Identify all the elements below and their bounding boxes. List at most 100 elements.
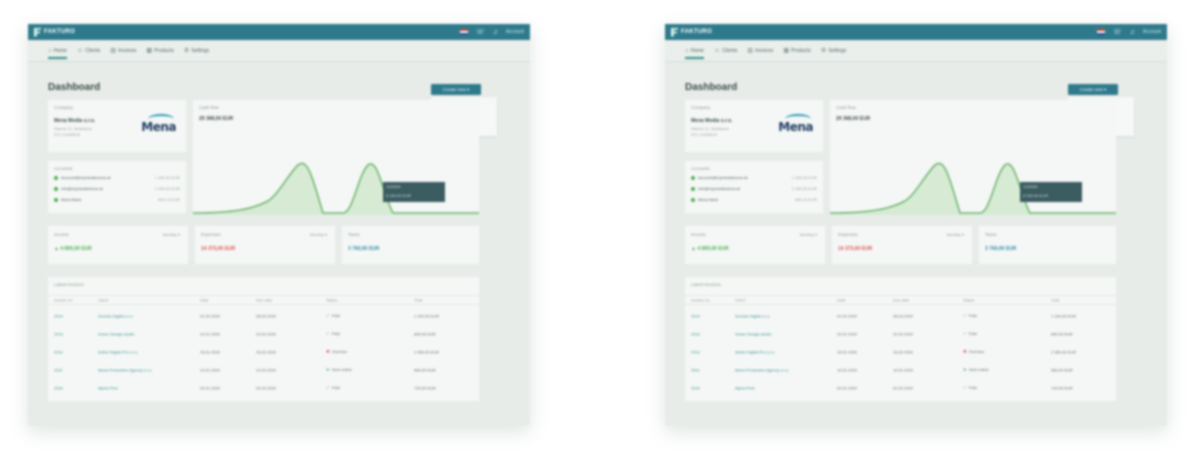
status-text: Overdue xyxy=(968,349,985,354)
column-header[interactable]: Status xyxy=(963,298,974,303)
invoice-number-link[interactable]: 2013 xyxy=(691,332,700,337)
period-select[interactable]: Monthly ▾ xyxy=(947,232,964,237)
column-header[interactable]: Due date xyxy=(256,298,272,303)
invoice-number-link[interactable]: 2011 xyxy=(54,368,63,373)
period-select[interactable]: Monthly ▾ xyxy=(163,232,180,237)
invoice-number-link[interactable]: 2010 xyxy=(691,386,700,391)
status-text: Paid xyxy=(968,331,977,336)
invoice-number-link[interactable]: 2013 xyxy=(54,332,63,337)
nav-item-0[interactable]: ⌂ Home xyxy=(48,40,67,61)
column-header[interactable]: Due date xyxy=(893,298,909,303)
client-link[interactable]: Active Digital Pro s.r.o. xyxy=(98,350,138,355)
taxes-card[interactable]: Taxes 3 760,00 EUR xyxy=(979,226,1116,264)
invoice-number-link[interactable]: 2011 xyxy=(691,368,700,373)
table-row[interactable]: 2010 Alpha Print 02.01.2024 02.02.2024 ✓… xyxy=(48,379,479,397)
client-link[interactable]: Alpha Print xyxy=(98,386,118,391)
company-card[interactable]: Company Mena Media s.r.o. Hlavná 12, Bra… xyxy=(685,100,823,152)
table-row[interactable]: 2011 Mena Production Agency s.r.o. 10.01… xyxy=(685,361,1116,379)
flag-icon[interactable] xyxy=(459,29,468,35)
client-link[interactable]: Sunrise Digital s.r.o. xyxy=(735,314,771,319)
expenses-card[interactable]: Expenses Monthly ▾ 14 373,00 EUR xyxy=(832,226,972,264)
income-card[interactable]: Income Monthly ▾ ▲ 4 890,00 EUR xyxy=(685,226,825,264)
send-icon: ➤ xyxy=(326,367,330,372)
account-row[interactable]: Mena Bank 840,10 EUR xyxy=(691,197,817,202)
table-row[interactable]: 2010 Alpha Print 02.01.2024 02.02.2024 ✓… xyxy=(685,379,1116,397)
account-amount: 840,10 EUR xyxy=(158,197,180,202)
invoice-number-link[interactable]: 2010 xyxy=(54,386,63,391)
stat-label: Expenses xyxy=(201,232,221,237)
table-row[interactable]: 2014 Sunrise Digital s.r.o. 01.02.2024 0… xyxy=(685,307,1116,325)
column-header[interactable]: Date xyxy=(200,298,208,303)
user-menu[interactable]: Account xyxy=(1143,29,1161,35)
account-name: Info@mymediamena.sk xyxy=(698,186,741,191)
account-row[interactable]: Account@mymediamena.sk 1 250,00 EUR xyxy=(691,175,817,180)
cashflow-chart[interactable] xyxy=(830,135,1116,215)
column-header[interactable]: Invoice no. xyxy=(54,298,73,303)
period-select[interactable]: Monthly ▾ xyxy=(800,232,817,237)
invoice-number-link[interactable]: 2014 xyxy=(691,314,700,319)
table-row[interactable]: 2013 Green Design studio 22.01.2024 22.0… xyxy=(685,325,1116,343)
stat-label: Income xyxy=(54,232,69,237)
account-row[interactable]: Account@mymediamena.sk 1 250,00 EUR xyxy=(54,175,180,180)
nav-item-3[interactable]: ▦ Products xyxy=(146,40,173,61)
nav-item-1[interactable]: ☺ Clients xyxy=(714,40,737,61)
column-header[interactable]: Total xyxy=(1051,298,1059,303)
nav-item-0[interactable]: ⌂ Home xyxy=(685,40,704,61)
expenses-card[interactable]: Expenses Monthly ▾ 14 373,00 EUR xyxy=(195,226,335,264)
company-card[interactable]: Company Mena Media s.r.o. Hlavná 12, Bra… xyxy=(48,100,186,152)
user-menu[interactable]: Account xyxy=(506,29,524,35)
create-new-button[interactable]: Create new ▾ xyxy=(431,84,481,95)
table-row[interactable]: 2012 Active Digital Pro s.r.o. 15.01.202… xyxy=(685,343,1116,361)
client-link[interactable]: Green Design studio xyxy=(98,332,134,337)
invoice-number-link[interactable]: 2012 xyxy=(54,350,63,355)
invoice-number-link[interactable]: 2012 xyxy=(691,350,700,355)
client-link[interactable]: Active Digital Pro s.r.o. xyxy=(735,350,775,355)
app-logo[interactable]: FAKTURO xyxy=(34,27,75,37)
cashflow-chart[interactable] xyxy=(193,135,479,215)
client-link[interactable]: Green Design studio xyxy=(735,332,771,337)
phone-icon[interactable]: ☏ xyxy=(1113,29,1122,36)
phone-icon[interactable]: ☏ xyxy=(476,29,485,36)
column-header[interactable]: Invoice no. xyxy=(691,298,710,303)
taxes-card[interactable]: Taxes 3 760,00 EUR xyxy=(342,226,479,264)
column-header[interactable]: Total xyxy=(414,298,422,303)
flag-icon[interactable] xyxy=(1096,29,1105,35)
period-select[interactable]: Monthly ▾ xyxy=(310,232,327,237)
account-row[interactable]: Info@mymediamena.sk 2 430,50 EUR xyxy=(54,186,180,191)
cashflow-value: 29 368,00 EUR xyxy=(199,116,234,122)
company-name: Mena Media s.r.o. xyxy=(691,118,733,124)
column-header[interactable]: Date xyxy=(837,298,845,303)
bell-icon[interactable]: ♫ xyxy=(1130,29,1135,36)
column-header[interactable]: Client xyxy=(98,298,108,303)
client-link[interactable]: Sunrise Digital s.r.o. xyxy=(98,314,134,319)
gear-icon: ⚙ xyxy=(820,48,827,54)
table-row[interactable]: 2011 Mena Production Agency s.r.o. 10.01… xyxy=(48,361,479,379)
account-row[interactable]: Info@mymediamena.sk 2 430,50 EUR xyxy=(691,186,817,191)
nav-item-2[interactable]: ▤ Invoices xyxy=(747,40,773,61)
company-address: Hlavná 12, Bratislava xyxy=(691,126,729,131)
table-row[interactable]: 2014 Sunrise Digital s.r.o. 01.02.2024 0… xyxy=(48,307,479,325)
top-bar-actions: ☏ ♫ Account xyxy=(1096,29,1161,36)
create-new-button[interactable]: Create new ▾ xyxy=(1068,84,1118,95)
invoice-number-link[interactable]: 2014 xyxy=(54,314,63,319)
invoice-total: 2 350,00 EUR xyxy=(414,349,440,355)
nav-item-2[interactable]: ▤ Invoices xyxy=(110,40,136,61)
client-link[interactable]: Mena Production Agency s.r.o. xyxy=(98,368,152,373)
income-card[interactable]: Income Monthly ▾ ▲ 4 890,00 EUR xyxy=(48,226,188,264)
home-icon: ⌂ xyxy=(685,47,689,54)
account-row[interactable]: Mena Bank 840,10 EUR xyxy=(54,197,180,202)
gear-icon: ⚙ xyxy=(183,48,190,54)
table-row[interactable]: 2013 Green Design studio 22.01.2024 22.0… xyxy=(48,325,479,343)
column-header[interactable]: Status xyxy=(326,298,337,303)
client-link[interactable]: Alpha Print xyxy=(735,386,755,391)
nav-item-4[interactable]: ⚙ Settings xyxy=(821,40,846,61)
bell-icon[interactable]: ♫ xyxy=(493,29,498,36)
nav-item-1[interactable]: ☺ Clients xyxy=(77,40,100,61)
nav-item-4[interactable]: ⚙ Settings xyxy=(184,40,209,61)
tooltip-value: 8 234,00 EUR xyxy=(1023,193,1049,198)
column-header[interactable]: Client xyxy=(735,298,745,303)
table-row[interactable]: 2012 Active Digital Pro s.r.o. 15.01.202… xyxy=(48,343,479,361)
nav-item-3[interactable]: ▦ Products xyxy=(783,40,810,61)
app-logo[interactable]: FAKTURO xyxy=(671,27,712,37)
client-link[interactable]: Mena Production Agency s.r.o. xyxy=(735,368,789,373)
